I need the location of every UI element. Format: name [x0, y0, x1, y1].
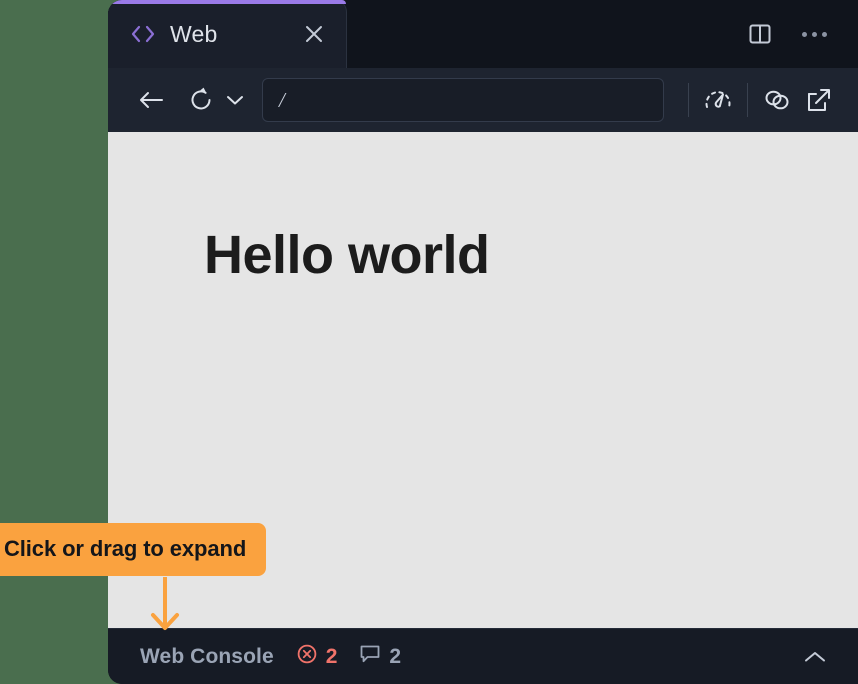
chevron-down-icon[interactable]	[222, 79, 248, 121]
navigation-toolbar: /	[108, 68, 858, 132]
link-icon[interactable]	[756, 79, 798, 121]
error-circle-icon	[296, 643, 318, 670]
toolbar-divider-left	[688, 83, 689, 117]
url-value: /	[279, 87, 285, 112]
reload-group	[180, 79, 248, 121]
error-count: 2	[325, 644, 338, 668]
tab-label: Web	[170, 20, 218, 47]
title-bar-spacer	[347, 0, 738, 68]
title-bar: Web	[108, 0, 858, 68]
reload-icon[interactable]	[180, 79, 222, 121]
toolbar-divider-right	[747, 83, 748, 117]
title-bar-actions	[738, 0, 858, 68]
tab-active-accent	[108, 0, 346, 4]
message-count: 2	[389, 644, 402, 668]
error-badge[interactable]: 2	[296, 643, 338, 670]
url-input[interactable]: /	[262, 78, 664, 122]
speech-bubble-icon	[359, 644, 381, 669]
code-brackets-icon	[130, 24, 156, 44]
close-icon[interactable]	[294, 14, 334, 54]
tab-strip: Web	[108, 0, 347, 68]
tab-web[interactable]: Web	[108, 0, 347, 68]
split-panel-icon[interactable]	[738, 12, 782, 56]
web-console-bar[interactable]: Web Console 2 2	[108, 628, 858, 684]
message-badge[interactable]: 2	[359, 644, 401, 669]
external-link-icon[interactable]	[798, 79, 840, 121]
back-arrow-icon[interactable]	[130, 79, 172, 121]
speedometer-icon[interactable]	[697, 79, 739, 121]
screen: Web / Hello world Web Console 2 2 Click …	[0, 0, 858, 684]
ellipsis-dots	[801, 31, 827, 37]
console-title: Web Console	[140, 644, 274, 668]
ellipsis-icon[interactable]	[792, 12, 836, 56]
browser-window: Web / Hello world Web Console 2 2	[108, 0, 858, 684]
page-title: Hello world	[204, 225, 490, 285]
chevron-up-icon[interactable]	[794, 636, 836, 678]
page-viewport: Hello world	[108, 132, 858, 628]
